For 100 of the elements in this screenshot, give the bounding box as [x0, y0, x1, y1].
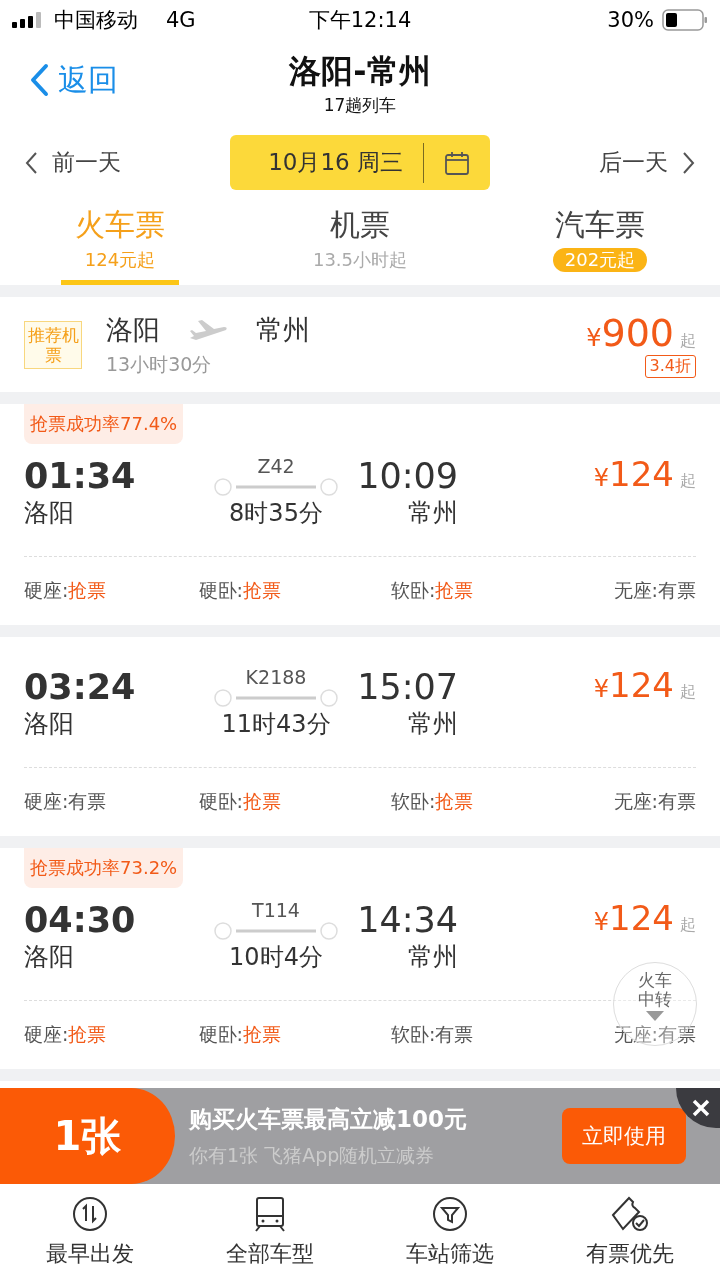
- filter-tab[interactable]: 最早出发: [0, 1184, 180, 1280]
- train-number: T114: [252, 899, 300, 921]
- seat-type: 无座:: [613, 579, 658, 601]
- chevron-left-icon: [24, 150, 38, 175]
- next-day-button[interactable]: 后一天: [599, 147, 696, 178]
- flight-duration: 13小时30分: [106, 351, 213, 377]
- route-title: 洛阳-常州: [289, 51, 431, 92]
- seat-type: 硬座:: [24, 790, 69, 812]
- tab-price: 202元起: [552, 248, 648, 272]
- currency-sign: ¥: [586, 324, 602, 352]
- seat-status: 有票: [658, 579, 696, 601]
- close-icon: [691, 1098, 711, 1118]
- seat-type: 软卧:: [391, 790, 436, 812]
- seat-status: 有票: [658, 1023, 696, 1045]
- flight-card[interactable]: 推荐机票 洛阳 常州 13小时30分 ¥900 起 3.4折: [0, 297, 720, 392]
- currency-sign: ¥: [593, 675, 610, 703]
- battery-percent: 30%: [607, 8, 654, 32]
- recommend-tag: 推荐机票: [24, 320, 82, 369]
- currency-sign: ¥: [593, 464, 610, 492]
- seat-type: 无座:: [613, 1023, 658, 1045]
- to-city: 常州: [256, 312, 310, 347]
- ticket-check-icon: [609, 1195, 651, 1233]
- travel-duration: 10时4分: [229, 942, 323, 973]
- route-line-icon: [214, 921, 338, 941]
- depart-time: 03:24: [24, 666, 137, 707]
- network-type: 4G: [166, 8, 196, 32]
- filter-tab[interactable]: 车站筛选: [360, 1184, 540, 1280]
- arrive-time: 14:34: [357, 899, 458, 940]
- price-suffix: 起: [680, 915, 696, 936]
- filter-icon: [431, 1195, 469, 1233]
- transport-tab[interactable]: 机票 13.5小时起: [240, 205, 480, 285]
- coupon-count: 1张: [0, 1088, 175, 1184]
- seat-status: 抢票: [242, 790, 281, 812]
- date-picker[interactable]: 10月16 周三: [230, 135, 490, 190]
- price-suffix: 起: [680, 682, 696, 703]
- seat-status: 有票: [68, 790, 107, 812]
- flight-price: 900: [601, 311, 674, 355]
- depart-station: 洛阳: [24, 496, 75, 529]
- seat-status: 抢票: [242, 1023, 281, 1045]
- arrive-station: 常州: [408, 496, 458, 529]
- arrive-time: 10:09: [357, 455, 458, 496]
- depart-time: 04:30: [24, 899, 137, 940]
- train-count: 17趟列车: [323, 94, 397, 117]
- price-suffix: 起: [680, 331, 696, 352]
- seat-type: 硬座:: [24, 579, 69, 601]
- train-card[interactable]: 03:24 洛阳 K2188 11时43分 15:07 常州 ¥124 起 硬座:有票 硬卧:抢票 软卧:抢票 无座:有票: [0, 637, 720, 836]
- arrive-time: 15:07: [357, 666, 458, 707]
- success-rate-badge: 抢票成功率77.4%: [24, 404, 184, 444]
- travel-duration: 11时43分: [221, 709, 331, 740]
- from-city: 洛阳: [106, 312, 160, 347]
- seat-type: 无座:: [613, 790, 658, 812]
- depart-station: 洛阳: [24, 940, 75, 973]
- filter-tab[interactable]: 全部车型: [180, 1184, 360, 1280]
- seat-status: 抢票: [435, 579, 474, 601]
- route-line-icon: [214, 477, 338, 497]
- promo-title: 购买火车票最高立减100元: [189, 1104, 468, 1134]
- success-rate-badge: 抢票成功率73.2%: [24, 848, 184, 888]
- price-suffix: 起: [680, 471, 696, 492]
- chevron-right-icon: [682, 150, 696, 175]
- clock-time: 下午12:14: [307, 7, 413, 34]
- depart-time: 01:34: [24, 455, 137, 496]
- seat-type: 硬卧:: [198, 790, 243, 812]
- seat-type: 硬座:: [24, 1023, 69, 1045]
- seat-type: 软卧:: [391, 579, 436, 601]
- tab-price: 13.5小时起: [312, 248, 408, 272]
- seat-type: 硬卧:: [198, 579, 243, 601]
- tab-label: 汽车票: [555, 206, 645, 244]
- tab-price: 124元起: [84, 248, 156, 272]
- train-number: Z42: [257, 455, 295, 477]
- plane-icon: [188, 317, 228, 342]
- travel-duration: 8时35分: [229, 498, 323, 529]
- battery-icon: [662, 9, 708, 31]
- ticket-price: 124: [609, 665, 674, 705]
- previous-day-button[interactable]: 前一天: [24, 147, 121, 178]
- currency-sign: ¥: [593, 908, 610, 936]
- arrive-station: 常州: [408, 940, 458, 973]
- calendar-icon[interactable]: [444, 149, 470, 176]
- seat-type: 软卧:: [391, 1023, 436, 1045]
- ticket-price: 124: [609, 454, 674, 494]
- ticket-price: 124: [609, 898, 674, 938]
- train-number: K2188: [245, 666, 307, 688]
- seat-type: 硬卧:: [198, 1023, 243, 1045]
- tab-label: 机票: [330, 206, 390, 244]
- arrive-station: 常州: [408, 707, 458, 740]
- filter-tab[interactable]: 有票优先: [540, 1184, 720, 1280]
- seat-status: 有票: [435, 1023, 474, 1045]
- seat-status: 有票: [658, 790, 696, 812]
- sort-icon: [71, 1195, 109, 1233]
- transport-tab[interactable]: 汽车票 202元起: [480, 205, 720, 285]
- tab-label: 火车票: [75, 206, 165, 244]
- depart-station: 洛阳: [24, 707, 75, 740]
- seat-status: 抢票: [68, 579, 107, 601]
- train-card[interactable]: 抢票成功率77.4% 01:34 洛阳 Z42 8时35分 10:09 常州 ¥124 起 硬座:抢票 硬卧:抢票 软卧:抢票 无座:有票: [0, 404, 720, 625]
- carrier-name: 中国移动: [54, 7, 138, 34]
- seat-status: 抢票: [68, 1023, 107, 1045]
- seat-status: 抢票: [435, 790, 474, 812]
- dropdown-triangle-icon: [646, 1011, 664, 1021]
- discount-tag: 3.4折: [644, 355, 696, 378]
- seat-status: 抢票: [242, 579, 281, 601]
- chevron-left-icon: [28, 63, 50, 97]
